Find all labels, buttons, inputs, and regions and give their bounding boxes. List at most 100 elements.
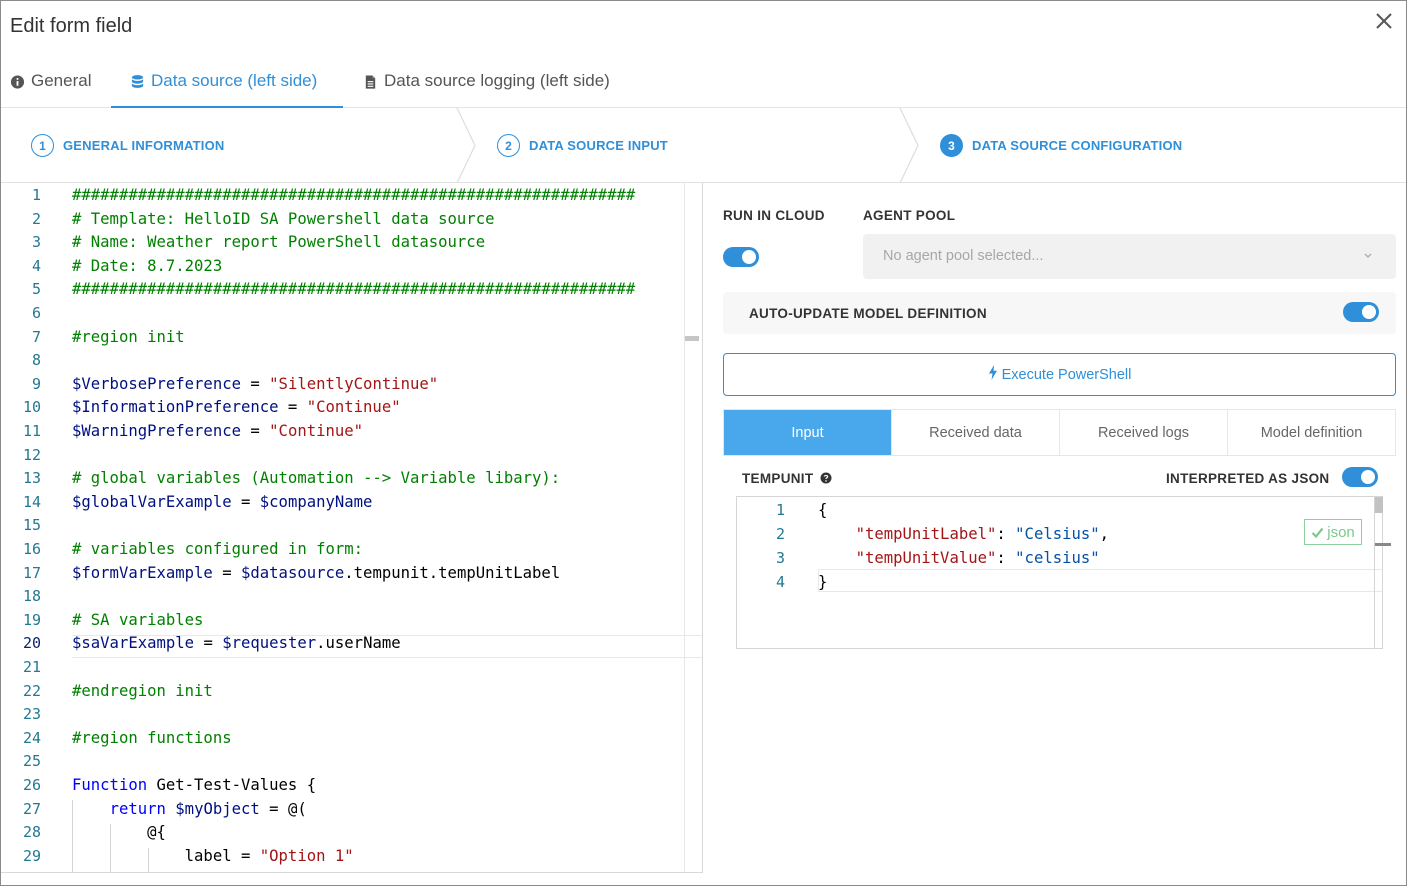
tab-input[interactable]: Input bbox=[724, 410, 892, 455]
step-number: 2 bbox=[497, 134, 520, 157]
json-line: } bbox=[818, 573, 828, 591]
line-number: 9 bbox=[31, 374, 41, 393]
line-number: 17 bbox=[22, 563, 41, 582]
json-editor-scrollbar-thumb[interactable] bbox=[1375, 497, 1383, 513]
json-line: "tempUnitValue": "celsius" bbox=[855, 549, 1100, 567]
line-number: 8 bbox=[31, 351, 41, 370]
file-text-icon bbox=[363, 71, 378, 95]
line-number: 4 bbox=[31, 256, 41, 275]
code-line: return $myObject = @( bbox=[109, 799, 307, 818]
result-tabs: Input Received data Received logs Model … bbox=[723, 409, 1396, 456]
step-number: 1 bbox=[31, 134, 54, 157]
code-line: # global variables (Automation --> Varia… bbox=[72, 469, 561, 488]
database-icon bbox=[130, 71, 145, 95]
agent-pool-select[interactable]: No agent pool selected... bbox=[863, 234, 1396, 279]
line-number: 2 bbox=[775, 525, 785, 543]
line-number: 3 bbox=[775, 549, 785, 567]
code-area[interactable]: ########################################… bbox=[72, 183, 702, 872]
indent-guide bbox=[72, 800, 73, 872]
line-number: 28 bbox=[22, 823, 41, 842]
step-separator-chevron bbox=[899, 108, 919, 183]
code-line: $VerbosePreference = "SilentlyContinue" bbox=[72, 374, 439, 393]
line-number: 26 bbox=[22, 776, 41, 794]
close-icon[interactable] bbox=[1372, 9, 1396, 33]
line-number: 25 bbox=[22, 752, 41, 771]
editor-scrollbar-thumb[interactable] bbox=[685, 336, 699, 341]
line-number: 27 bbox=[22, 799, 41, 818]
indent-guide bbox=[148, 848, 149, 872]
code-line: ########################################… bbox=[72, 280, 636, 299]
line-number: 7 bbox=[31, 327, 41, 346]
agent-pool-placeholder: No agent pool selected... bbox=[883, 248, 1044, 264]
tab-received-data[interactable]: Received data bbox=[892, 410, 1060, 455]
tab-model-definition[interactable]: Model definition bbox=[1228, 410, 1395, 455]
code-line: @{ bbox=[72, 823, 166, 842]
code-line: # Template: HelloID SA Powershell data s… bbox=[72, 209, 495, 228]
code-line: # SA variables bbox=[72, 610, 204, 629]
line-number: 20 bbox=[22, 634, 41, 653]
dialog-tabs: General Data source (left side) Data sou… bbox=[1, 59, 1406, 108]
line-number: 16 bbox=[22, 540, 41, 558]
line-number: 1 bbox=[31, 186, 41, 204]
json-input-editor[interactable]: 1 {2 "tempUnitLabel": "Celsius", 3 "tempUn… bbox=[736, 496, 1383, 649]
line-number: 4 bbox=[775, 573, 785, 591]
json-valid-badge: json bbox=[1304, 519, 1362, 545]
line-number: 13 bbox=[22, 469, 41, 488]
json-editor-scroll-marker bbox=[1375, 543, 1391, 546]
code-line: $formVarExample = $datasource.tempunit.t… bbox=[72, 563, 561, 582]
powershell-code-editor[interactable]: 1 2 3 4 5 6 7 8 9 10 11 12 13 14 15 16 17 18 19 20 21 22 23 24 2… bbox=[1, 183, 703, 873]
line-number: 2 bbox=[31, 209, 41, 228]
code-line: $InformationPreference = "Continue" bbox=[72, 398, 401, 417]
auto-update-label: AUTO-UPDATE MODEL DEFINITION bbox=[749, 306, 987, 321]
tab-received-logs[interactable]: Received logs bbox=[1060, 410, 1228, 455]
code-line: #region functions bbox=[72, 728, 232, 747]
editor-scrollbar[interactable] bbox=[684, 183, 685, 872]
line-number: 6 bbox=[31, 304, 41, 322]
chevron-down-icon bbox=[1364, 253, 1372, 258]
info-circle-icon bbox=[10, 71, 25, 95]
step-label: DATA SOURCE CONFIGURATION bbox=[972, 138, 1183, 153]
tempunit-field-label: TEMPUNIT bbox=[742, 471, 832, 486]
step-general-information[interactable]: 1 GENERAL INFORMATION bbox=[31, 134, 224, 157]
line-number: 3 bbox=[31, 233, 41, 252]
line-number: 11 bbox=[22, 422, 41, 440]
code-line: $saVarExample = $requester.userName bbox=[72, 634, 401, 653]
tempunit-label-text: TEMPUNIT bbox=[742, 471, 814, 486]
code-line: label = "Option 1" bbox=[72, 846, 354, 865]
step-data-source-configuration[interactable]: 3 DATA SOURCE CONFIGURATION bbox=[940, 134, 1182, 157]
line-number: 10 bbox=[22, 398, 41, 417]
code-line: #region init bbox=[72, 327, 185, 346]
execute-powershell-label: Execute PowerShell bbox=[1001, 366, 1132, 383]
step-separator-chevron bbox=[456, 108, 476, 183]
question-circle-icon[interactable] bbox=[820, 472, 832, 484]
step-data-source-input[interactable]: 2 DATA SOURCE INPUT bbox=[497, 134, 668, 157]
agent-pool-label: AGENT POOL bbox=[863, 208, 956, 223]
step-label: DATA SOURCE INPUT bbox=[529, 138, 668, 153]
interpreted-as-json-toggle[interactable] bbox=[1342, 467, 1378, 487]
line-number: 23 bbox=[22, 705, 41, 724]
tab-general-label: General bbox=[31, 71, 92, 90]
tab-general[interactable]: General bbox=[10, 69, 91, 108]
line-number: 29 bbox=[22, 846, 41, 865]
line-number: 15 bbox=[22, 516, 41, 535]
interpreted-as-json-label: INTERPRETED AS JSON bbox=[1166, 471, 1330, 486]
current-line-highlight bbox=[818, 569, 1382, 592]
line-number: 24 bbox=[22, 728, 41, 747]
line-number: 14 bbox=[22, 492, 41, 511]
auto-update-row: AUTO-UPDATE MODEL DEFINITION bbox=[723, 292, 1396, 334]
line-number: 1 bbox=[775, 501, 785, 519]
line-number: 18 bbox=[22, 587, 41, 606]
execute-powershell-button[interactable]: Execute PowerShell bbox=[723, 353, 1396, 396]
run-in-cloud-toggle[interactable] bbox=[723, 247, 759, 267]
auto-update-toggle[interactable] bbox=[1343, 302, 1379, 322]
json-editor-scrollbar[interactable] bbox=[1374, 496, 1375, 649]
run-in-cloud-label: RUN IN CLOUD bbox=[723, 208, 825, 223]
code-line: #endregion init bbox=[72, 681, 213, 700]
code-line: # variables configured in form: bbox=[72, 540, 364, 558]
edit-form-field-dialog: Edit form field General Data source (lef… bbox=[0, 0, 1407, 886]
bolt-icon bbox=[988, 365, 998, 384]
code-line: # Name: Weather report PowerShell dataso… bbox=[72, 233, 486, 252]
tab-data-source-logging[interactable]: Data source logging (left side) bbox=[363, 69, 610, 108]
tab-data-source[interactable]: Data source (left side) bbox=[111, 69, 343, 108]
line-number: 5 bbox=[31, 280, 41, 299]
